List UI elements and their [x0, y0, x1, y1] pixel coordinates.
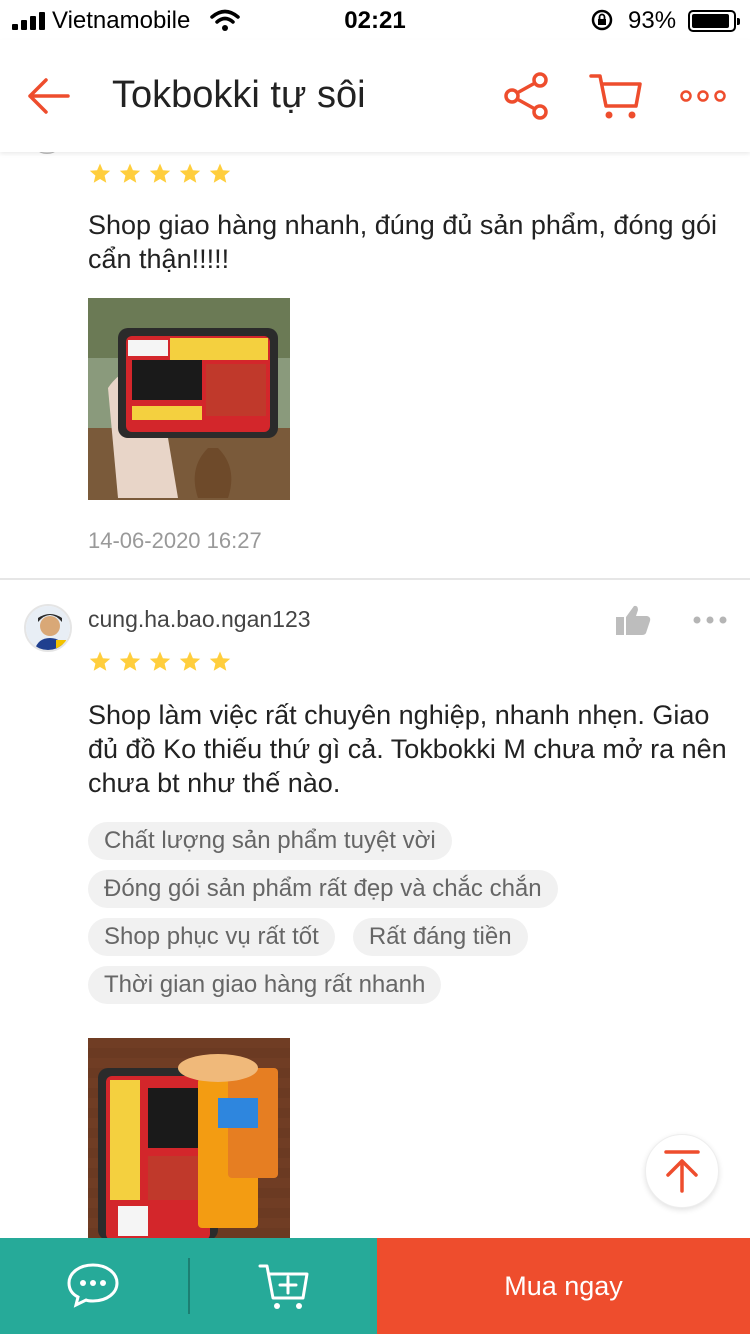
review-tag: Shop phục vụ rất tốt: [88, 918, 335, 956]
star-icon: [209, 163, 231, 183]
review-tag: Chất lượng sản phẩm tuyệt vời: [88, 822, 452, 860]
back-arrow-icon[interactable]: [24, 72, 72, 120]
divider: [188, 1258, 190, 1314]
buy-now-button[interactable]: Mua ngay: [377, 1238, 750, 1334]
star-rating: [88, 650, 232, 674]
thumbs-up-icon[interactable]: [614, 604, 652, 636]
star-icon: [149, 651, 171, 671]
review-timestamp: 14-06-2020 16:27: [88, 528, 262, 553]
more-icon[interactable]: [680, 84, 726, 108]
review-photo[interactable]: [88, 298, 290, 500]
review-photo[interactable]: [88, 1038, 290, 1240]
review-text: Shop giao hàng nhanh, đúng đủ sản phẩm, …: [88, 210, 718, 274]
status-bar: Vietnamobile 02:21 93%: [0, 0, 750, 40]
review-tag: Rất đáng tiền: [352, 918, 528, 956]
share-icon[interactable]: [500, 70, 552, 122]
page-title: Tokbokki tự sôi: [112, 74, 366, 116]
star-icon: [119, 651, 141, 671]
top-nav-bar: Tokbokki tự sôi: [0, 40, 750, 152]
review-text: Shop làm việc rất chuyên nghiệp, nhanh n…: [88, 700, 727, 798]
rotation-lock-icon: [591, 9, 613, 31]
bottom-action-bar: Mua ngay: [0, 1238, 750, 1334]
star-icon: [119, 163, 141, 183]
star-icon: [179, 651, 201, 671]
battery-percent: 93%: [628, 7, 677, 34]
divider: [0, 578, 750, 580]
avatar[interactable]: [24, 604, 72, 652]
scroll-to-top-button[interactable]: [645, 1134, 719, 1208]
battery-icon: [688, 10, 740, 32]
star-icon: [89, 163, 111, 183]
bottom-bar-left: [0, 1238, 377, 1334]
star-icon: [89, 651, 111, 671]
arrow-up-icon: [664, 1150, 700, 1193]
review-tags: Chất lượng sản phẩm tuyệt vời Đóng gói s…: [88, 822, 668, 1014]
star-icon: [149, 163, 171, 183]
chat-icon[interactable]: [66, 1262, 120, 1308]
add-to-cart-icon[interactable]: [258, 1260, 310, 1312]
more-options-icon[interactable]: [692, 614, 728, 626]
star-icon: [209, 651, 231, 671]
cart-icon[interactable]: [588, 70, 644, 122]
review-tag: Thời gian giao hàng rất nhanh: [88, 966, 442, 1004]
reviewer-username[interactable]: cung.ha.bao.ngan123: [88, 606, 311, 633]
review-tag: Đóng gói sản phẩm rất đẹp và chắc chắn: [88, 870, 558, 908]
star-rating: [88, 162, 232, 186]
star-icon: [179, 163, 201, 183]
